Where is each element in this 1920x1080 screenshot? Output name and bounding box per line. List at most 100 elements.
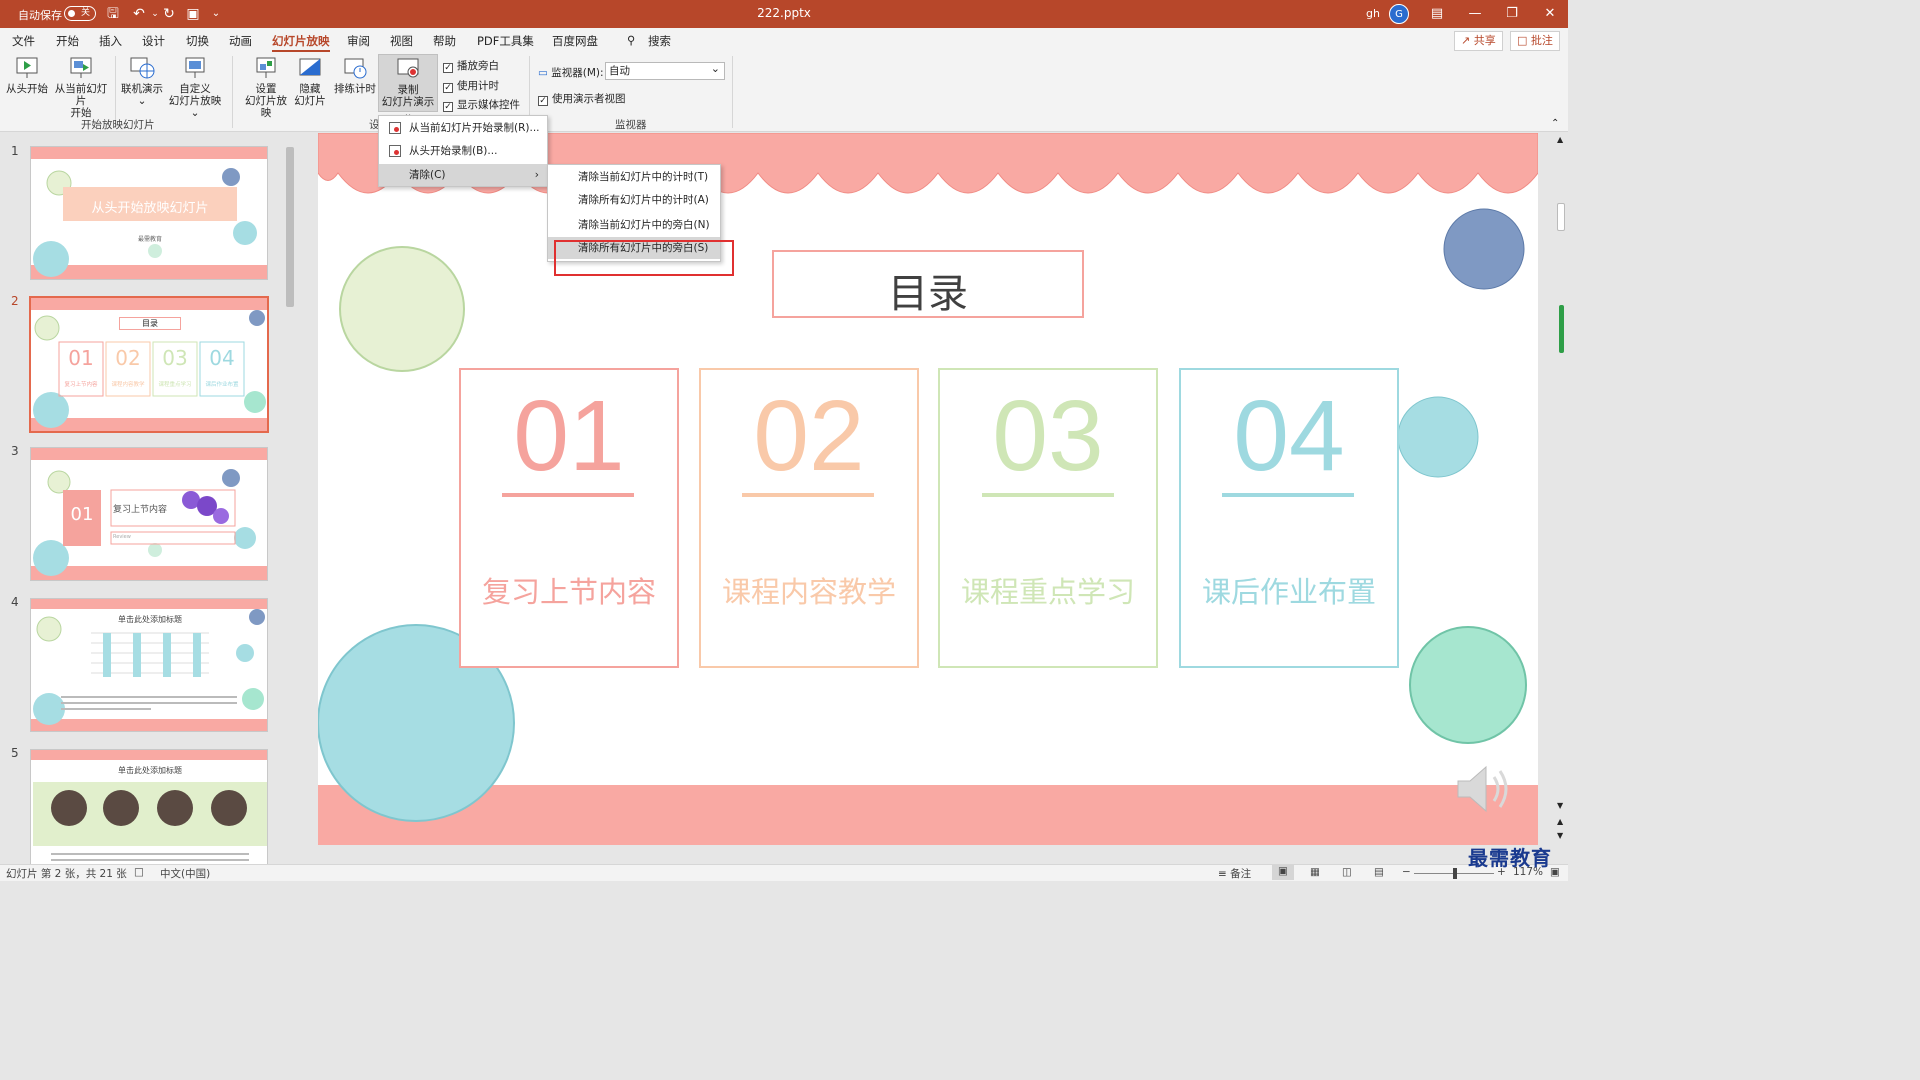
avatar[interactable]: G [1389, 4, 1409, 24]
thumbnail-title: 从头开始放映幻灯片 [91, 201, 209, 216]
record-slideshow-button[interactable]: 录制 幻灯片演示 ⌄ [378, 54, 438, 120]
slide-thumbnail-2[interactable]: 目录 01 02 03 04 复习上节内容 课程内容教学 课程重点学习 课后作业… [29, 296, 269, 433]
scrollbar-thumb[interactable] [1557, 203, 1565, 231]
slide-thumbnails-panel: 1 从头开始放映幻灯片 最需教育 2 目录 01 02 03 04 复习上节内容… [0, 133, 298, 864]
window-title: 222.pptx [757, 6, 811, 20]
comment-icon: □ [1517, 34, 1528, 47]
tab-design[interactable]: 设计 [142, 33, 165, 49]
menu-bar: 文件 开始 插入 设计 切换 动画 幻灯片放映 审阅 视图 帮助 PDF工具集 … [0, 28, 1568, 52]
section-number-01: 01 [513, 380, 625, 492]
comments-button[interactable]: □ 批注 [1510, 31, 1560, 51]
collapse-ribbon-icon[interactable]: ⌃ [1551, 118, 1559, 129]
minimize-icon[interactable]: — [1460, 4, 1490, 24]
tab-baidu-netdisk[interactable]: 百度网盘 [552, 33, 598, 49]
thumbnails-scrollbar[interactable] [285, 133, 295, 864]
slide-thumbnail-5[interactable]: 单击此处添加标题 [30, 749, 268, 864]
slideshow-view-icon[interactable]: ▤ [1374, 866, 1384, 878]
checkmark-icon: ✓ [538, 96, 548, 106]
search-icon[interactable]: ⚲ [627, 33, 635, 47]
reading-view-icon[interactable]: ◫ [1342, 866, 1352, 878]
record-from-current-item[interactable]: 从当前幻灯片开始录制(R)... [379, 117, 547, 139]
tab-animations[interactable]: 动画 [229, 33, 252, 49]
show-media-controls-checkbox[interactable]: ✓ 显示媒体控件 [443, 97, 520, 112]
zoom-slider-thumb[interactable] [1453, 868, 1457, 879]
rehearse-timings-button[interactable]: 排练计时 [334, 56, 376, 95]
tab-help[interactable]: 帮助 [433, 33, 456, 49]
previous-slide-icon[interactable]: ▲ [1557, 817, 1563, 826]
record-from-beginning-item[interactable]: 从头开始录制(B)... [379, 140, 547, 162]
from-current-slide-button[interactable]: 从当前幻灯片 开始 [50, 56, 112, 119]
search-label[interactable]: 搜索 [648, 33, 671, 49]
thumbnail-title: 单击此处添加标题 [118, 615, 182, 624]
stopwatch-icon [344, 58, 367, 79]
slide-thumbnail-3[interactable]: 01 复习上节内容 Review [30, 447, 268, 581]
watermark-logo: 最需教育 [1468, 846, 1552, 870]
slide-thumbnail-4[interactable]: 单击此处添加标题 [30, 598, 268, 732]
thumbnail-label: 课程重点学习 [158, 382, 192, 388]
audio-speaker-icon[interactable] [1454, 761, 1514, 817]
chevron-down-icon: ⌄ [190, 107, 200, 119]
setup-slideshow-button[interactable]: 设置 幻灯片放映 [240, 56, 292, 119]
record-icon [389, 122, 401, 134]
presenter-view-checkbox[interactable]: ✓ 使用演示者视图 [538, 91, 626, 106]
tab-view[interactable]: 视图 [390, 33, 413, 49]
tab-file[interactable]: 文件 [12, 33, 35, 49]
section-label-03: 课程重点学习 [960, 575, 1135, 609]
clear-current-narration-item[interactable]: 清除当前幻灯片中的旁白(N) [548, 214, 720, 236]
slide-thumbnail-1[interactable]: 从头开始放映幻灯片 最需教育 [30, 146, 268, 280]
chevron-down-icon: ⌄ [137, 95, 147, 107]
monitor-label: ▭ 监视器(M): [538, 67, 604, 79]
hide-slide-button[interactable]: 隐藏 幻灯片 [294, 56, 326, 107]
use-timings-checkbox[interactable]: ✓ 使用计时 [443, 78, 499, 93]
thumbnail-title: 复习上节内容 [113, 505, 168, 515]
tab-review[interactable]: 审阅 [347, 33, 370, 49]
tab-home[interactable]: 开始 [56, 33, 79, 49]
notes-button[interactable]: ≡ 备注 [1218, 866, 1251, 881]
from-beginning-button[interactable]: 从头开始 [6, 56, 48, 95]
thumbnail-number-02: 02 [115, 346, 141, 370]
scroll-down-icon[interactable]: ▼ [1557, 801, 1563, 810]
language-indicator[interactable]: 中文(中国) [160, 866, 210, 881]
thumbnail-number: 5 [11, 746, 19, 760]
share-button[interactable]: ↗ 共享 [1454, 31, 1503, 51]
tab-slideshow[interactable]: 幻灯片放映 [272, 33, 330, 52]
play-narrations-checkbox[interactable]: ✓ 播放旁白 [443, 58, 499, 73]
share-icon: ↗ [1461, 34, 1471, 47]
clear-current-timings-item[interactable]: 清除当前幻灯片中的计时(T) [548, 166, 720, 188]
next-slide-icon[interactable]: ▼ [1557, 831, 1563, 840]
ribbon-separator [732, 56, 733, 128]
clear-submenu-item[interactable]: 清除(C) › [379, 164, 547, 186]
monitor-select[interactable]: 自动 [605, 61, 725, 80]
ribbon-display-icon[interactable]: ▤ [1422, 4, 1452, 24]
custom-slideshow-button[interactable]: 自定义 幻灯片放映 ⌄ [164, 56, 226, 119]
section-label-02: 课程内容教学 [721, 575, 896, 609]
slide-title: 目录 [888, 271, 968, 317]
annotation-highlight-box [554, 240, 734, 276]
section-number-03: 03 [992, 380, 1104, 492]
close-icon[interactable]: ✕ [1535, 4, 1565, 24]
slide-counter: 幻灯片 第 2 张，共 21 张 [6, 868, 127, 880]
scroll-up-icon[interactable]: ▲ [1557, 135, 1563, 144]
zoom-out-icon[interactable]: − [1402, 866, 1411, 878]
hide-slide-icon [299, 58, 321, 76]
clear-all-timings-item[interactable]: 清除所有幻灯片中的计时(A) [548, 189, 720, 211]
status-bar: 幻灯片 第 2 张，共 21 张 □ 中文(中国) ≡ 备注 ▣ ▦ ◫ ▤ −… [0, 864, 1568, 881]
maximize-icon[interactable]: ❐ [1497, 4, 1527, 24]
tab-insert[interactable]: 插入 [99, 33, 122, 49]
accessibility-icon[interactable]: □ [134, 866, 144, 878]
scrollbar-thumb[interactable] [286, 147, 294, 307]
slide-sorter-icon[interactable]: ▦ [1310, 866, 1320, 878]
tab-transitions[interactable]: 切换 [186, 33, 209, 49]
thumbnail-number: 2 [11, 294, 19, 308]
section-label-01: 复习上节内容 [481, 575, 656, 609]
present-online-button[interactable]: 联机演示 ⌄ [119, 56, 165, 107]
thumbnail-subtitle: 最需教育 [137, 236, 162, 243]
zoom-indicator [1559, 305, 1564, 353]
tab-pdf-tools[interactable]: PDF工具集 [477, 33, 534, 49]
checkmark-icon: ✓ [443, 83, 453, 93]
current-slide[interactable]: 目录 01 02 03 04 复习上节内容 课程内容教学 课程重点学习 课后作业… [318, 133, 1538, 845]
slide-scrollbar[interactable]: ▲ ▼ ▲ ▼ [1556, 133, 1566, 864]
normal-view-icon[interactable]: ▣ [1272, 865, 1294, 880]
thumbnail-number-03: 03 [162, 346, 188, 370]
thumbnail-section-number: 01 [70, 504, 94, 525]
